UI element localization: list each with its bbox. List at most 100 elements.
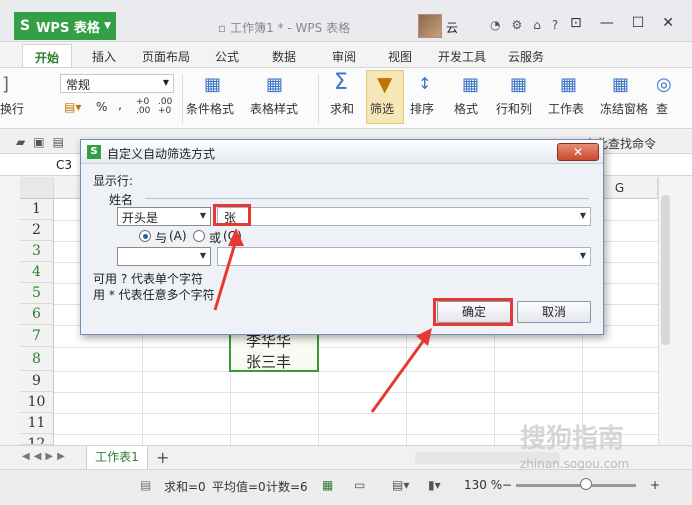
row-header[interactable]: 6 <box>20 304 54 325</box>
zoom-slider-knob[interactable] <box>580 478 592 490</box>
wrap-text-button[interactable]: 换行 <box>0 100 24 117</box>
format-button[interactable]: 格式 <box>454 100 478 117</box>
grid-line <box>54 413 658 414</box>
sum-button[interactable]: 求和 <box>330 100 354 117</box>
cell-d8[interactable]: 张三丰 <box>246 351 291 372</box>
grid-line <box>54 371 658 372</box>
zoom-level[interactable]: 130 % <box>464 478 502 492</box>
increase-decimal-icon[interactable]: +0.00 <box>136 98 150 116</box>
help-icon[interactable]: ? <box>552 18 558 32</box>
condition2-value-input[interactable]: ▼ <box>217 247 591 266</box>
worksheet-button[interactable]: 工作表 <box>548 100 584 117</box>
and-radio-label[interactable]: 与 <box>155 229 167 246</box>
decrease-decimal-icon[interactable]: .00 +0 <box>158 98 172 116</box>
shirt-icon[interactable]: ⌂ <box>533 18 541 32</box>
minimize-icon[interactable]: — <box>600 15 614 31</box>
save-icon[interactable]: ▣ <box>33 135 44 149</box>
scrollbar-thumb[interactable] <box>661 195 670 345</box>
thousands-separator-button[interactable]: ‚ <box>118 98 122 112</box>
open-icon[interactable]: ▰ <box>16 135 25 149</box>
percent-button[interactable]: % <box>96 100 107 114</box>
watermark-logo: 搜狗指南 <box>520 424 625 454</box>
tab-insert[interactable]: 插入 <box>92 48 116 65</box>
row-header[interactable]: 3 <box>20 241 54 262</box>
row-header[interactable]: 11 <box>20 413 54 434</box>
or-radio-label[interactable]: 或 <box>209 229 221 246</box>
and-radio-accesskey: (A) <box>169 229 187 243</box>
page-break-view-icon[interactable]: ▤▾ <box>392 478 409 492</box>
chevron-down-icon: ▼ <box>579 251 586 260</box>
row-header[interactable]: 2 <box>20 220 54 241</box>
filter-button[interactable]: 筛选 <box>370 100 394 117</box>
row-header[interactable]: 8 <box>20 347 54 371</box>
tab-developer[interactable]: 开发工具 <box>438 48 486 65</box>
document-title-text: 工作簿1 * - WPS 表格 <box>230 21 351 35</box>
or-radio[interactable] <box>193 230 205 242</box>
row-header[interactable]: 1 <box>20 199 54 220</box>
row-header[interactable]: 10 <box>20 392 54 413</box>
tab-formulas[interactable]: 公式 <box>215 48 239 65</box>
condition1-value-input[interactable]: 张 ▼ <box>217 207 591 226</box>
currency-icon[interactable]: ▤▾ <box>64 100 81 114</box>
wps-logo-icon: S <box>20 18 31 34</box>
freeze-panes-icon: ▦ <box>612 74 630 95</box>
tab-page-layout[interactable]: 页面布局 <box>142 48 190 65</box>
number-format-select[interactable]: 常规 ▼ <box>60 74 174 93</box>
vertical-scrollbar[interactable] <box>658 177 672 445</box>
rows-columns-button[interactable]: 行和列 <box>496 100 532 117</box>
select-all-corner[interactable] <box>20 177 54 199</box>
row-header[interactable]: 7 <box>20 325 54 347</box>
add-sheet-button[interactable]: + <box>156 448 169 467</box>
row-header[interactable]: 4 <box>20 262 54 283</box>
grid-line <box>54 347 658 348</box>
status-count: 计数=6 <box>266 480 308 494</box>
sheet-nav-arrows[interactable]: ◀◀▶▶ <box>22 451 69 462</box>
zoom-slider[interactable] <box>516 484 636 487</box>
row-header[interactable]: 5 <box>20 283 54 304</box>
print-icon[interactable]: ▤ <box>53 135 64 149</box>
status-sum: 求和=0 <box>164 480 206 494</box>
row-header[interactable]: 9 <box>20 371 54 392</box>
restore-icon[interactable]: ⊡ <box>570 15 582 31</box>
find-button[interactable]: 查 <box>656 100 668 117</box>
close-icon[interactable]: ✕ <box>662 15 674 31</box>
user-name[interactable]: 云 <box>446 19 458 36</box>
dialog-close-button[interactable]: ✕ <box>557 143 599 161</box>
tab-view[interactable]: 视图 <box>388 48 412 65</box>
app-menu-button[interactable]: S WPS 表格 ▼ <box>14 12 116 40</box>
name-box[interactable]: C3 <box>56 158 72 172</box>
tab-cloud[interactable]: 云服务 <box>508 48 544 65</box>
normal-view-icon[interactable]: ▦ <box>322 478 333 492</box>
status-average: 平均值=0 <box>212 480 266 494</box>
avatar[interactable] <box>418 14 442 38</box>
sort-icon: ↕ <box>418 74 432 93</box>
find-icon: ◎ <box>656 74 672 95</box>
custom-autofilter-dialog: S 自定义自动筛选方式 ✕ 显示行: 姓名 开头是 ▼ 张 ▼ 与 (A) 或 … <box>80 139 604 335</box>
conditional-format-button[interactable]: 条件格式 <box>186 100 234 117</box>
sheet-tab[interactable]: 工作表1 <box>86 446 148 470</box>
page-layout-view-icon[interactable]: ▭ <box>354 478 365 492</box>
tab-home[interactable]: 开始 <box>22 44 73 68</box>
cancel-button[interactable]: 取消 <box>517 301 591 323</box>
tab-review[interactable]: 审阅 <box>332 48 356 65</box>
condition1-operator-value: 开头是 <box>122 211 159 225</box>
maximize-icon[interactable]: ☐ <box>632 15 645 31</box>
condition1-operator-select[interactable]: 开头是 ▼ <box>117 207 211 226</box>
title-bar-tools: ◔ ⚙ ⌂ ? <box>490 18 558 32</box>
ok-highlight-box <box>433 298 513 326</box>
document-title: ▫ 工作簿1 * - WPS 表格 <box>218 19 350 36</box>
settings-icon[interactable]: ⚙ <box>511 18 522 32</box>
and-radio[interactable] <box>139 230 151 242</box>
sort-button[interactable]: 排序 <box>410 100 434 117</box>
tab-data[interactable]: 数据 <box>272 48 296 65</box>
wps-spreadsheet-window: S WPS 表格 ▼ ▫ 工作簿1 * - WPS 表格 云 ◔ ⚙ ⌂ ? ⊡… <box>0 0 692 505</box>
freeze-panes-button[interactable]: 冻结窗格 <box>600 100 648 117</box>
table-style-button[interactable]: 表格样式 <box>250 100 298 117</box>
condition2-operator-select[interactable]: ▼ <box>117 247 211 266</box>
app-name: WPS 表格 <box>36 20 100 36</box>
zoom-in-icon[interactable]: + <box>650 478 660 492</box>
skin-icon[interactable]: ◔ <box>490 18 500 32</box>
zoom-out-icon[interactable]: − <box>502 478 512 492</box>
row-header[interactable]: 12 <box>20 434 54 445</box>
reading-view-icon[interactable]: ▮▾ <box>428 478 441 492</box>
